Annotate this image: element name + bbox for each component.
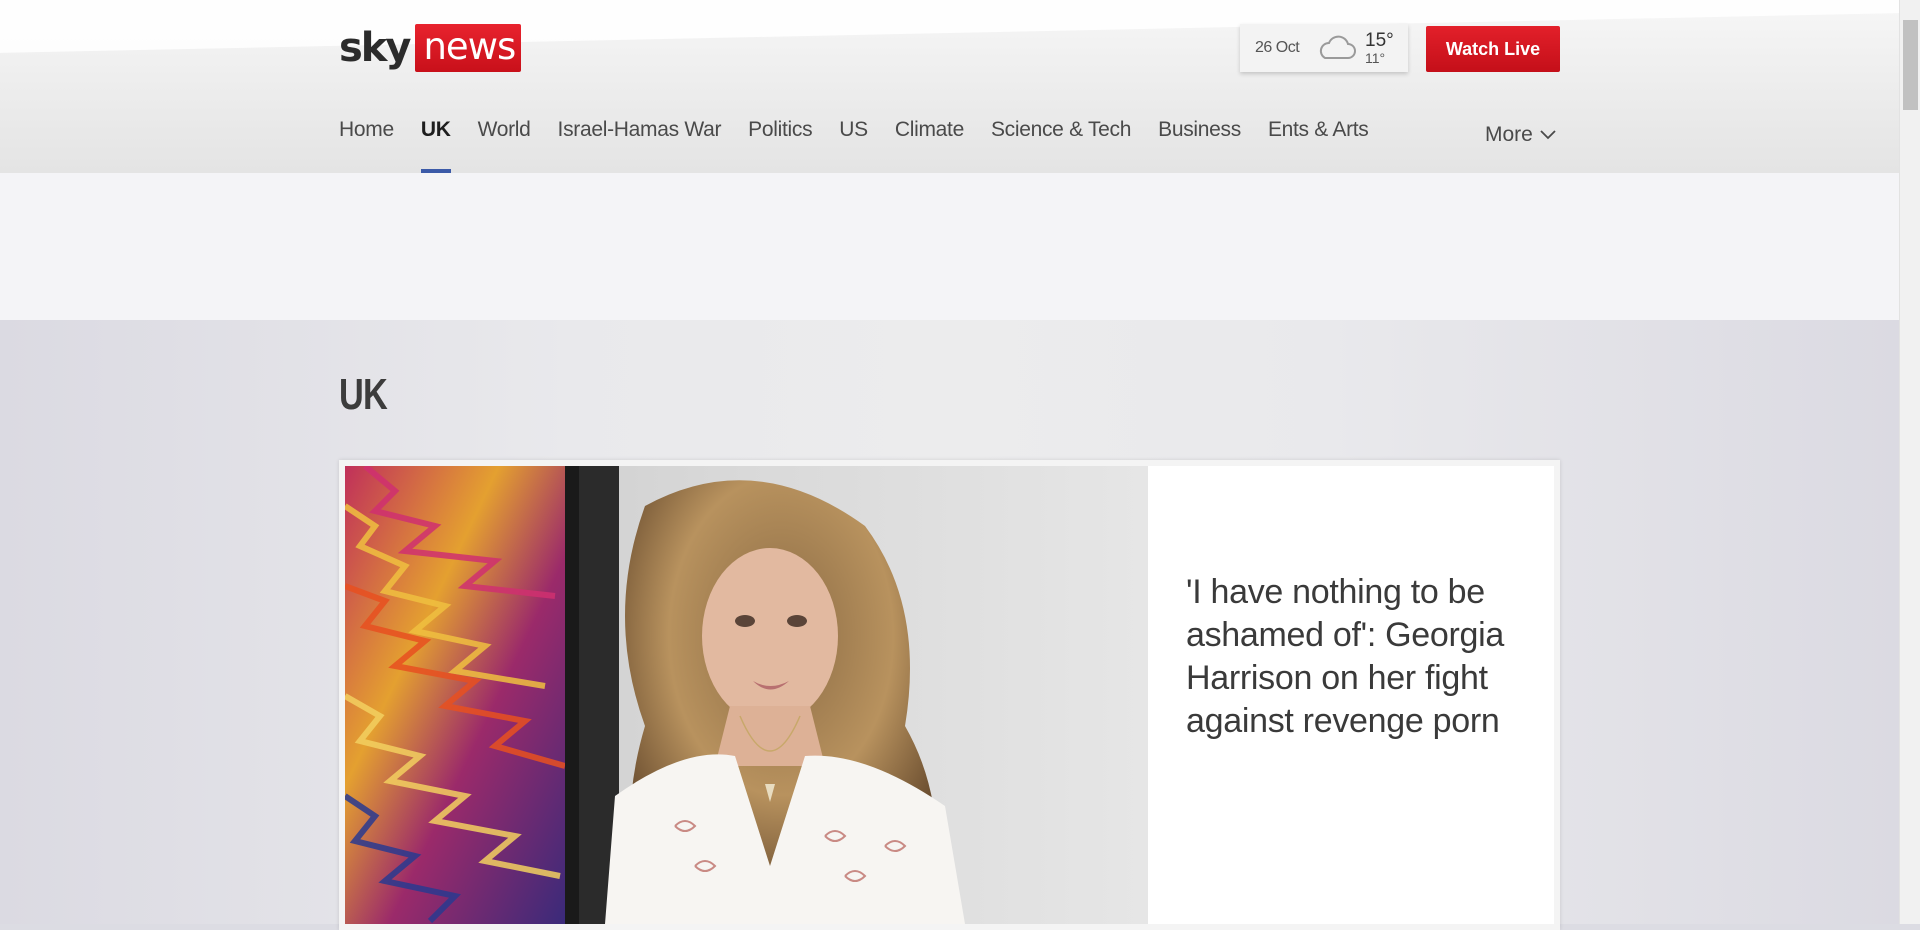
nav-item-politics[interactable]: Politics: [748, 118, 812, 173]
logo-news-text: news: [415, 24, 522, 72]
lead-story-card[interactable]: 'I have nothing to be ashamed of': Georg…: [339, 460, 1560, 930]
weather-temps: 15° 11°: [1365, 31, 1394, 65]
lead-story-headline[interactable]: 'I have nothing to be ashamed of': Georg…: [1186, 571, 1526, 743]
page-scrollbar[interactable]: [1899, 0, 1920, 924]
more-menu-button[interactable]: More: [1485, 123, 1556, 147]
nav-item-us[interactable]: US: [839, 118, 868, 173]
nav-item-uk[interactable]: UK: [420, 118, 451, 173]
more-label: More: [1485, 123, 1533, 146]
temp-low: 11°: [1365, 50, 1386, 66]
logo-sky-text: sky: [339, 25, 411, 71]
weather-date: 26 Oct: [1255, 39, 1300, 56]
chevron-down-icon: [1540, 130, 1556, 140]
nav-item-home[interactable]: Home: [339, 118, 394, 173]
nav-item-israel-hamas-war[interactable]: Israel-Hamas War: [558, 118, 722, 173]
scrollbar-thumb[interactable]: [1903, 20, 1918, 110]
weather-widget[interactable]: 26 Oct 15° 11°: [1240, 24, 1408, 72]
page-title: UK: [339, 370, 388, 419]
site-header: sky news 26 Oct 15° 11° Watch Live Home …: [0, 0, 1899, 173]
header-background-sweep: [0, 0, 1899, 55]
watch-live-button[interactable]: Watch Live: [1426, 26, 1560, 72]
nav-item-climate[interactable]: Climate: [895, 118, 964, 173]
nav-item-science-tech[interactable]: Science & Tech: [991, 118, 1131, 173]
nav-item-world[interactable]: World: [478, 118, 531, 173]
temp-high: 15°: [1365, 30, 1394, 51]
sky-news-logo[interactable]: sky news: [339, 24, 522, 72]
lead-story-text-panel[interactable]: 'I have nothing to be ashamed of': Georg…: [1148, 466, 1554, 924]
main-content: UK 'I have nothing to be ashamed of': Ge…: [0, 320, 1899, 930]
nav-item-business[interactable]: Business: [1158, 118, 1241, 173]
cloud-icon: [1319, 35, 1356, 59]
advert-slot: [0, 173, 1899, 320]
lead-story-image[interactable]: [345, 466, 1148, 924]
lead-story-photo: [345, 466, 1148, 924]
main-nav: Home UK World Israel-Hamas War Politics …: [339, 118, 1396, 173]
nav-item-ents-arts[interactable]: Ents & Arts: [1268, 118, 1369, 173]
